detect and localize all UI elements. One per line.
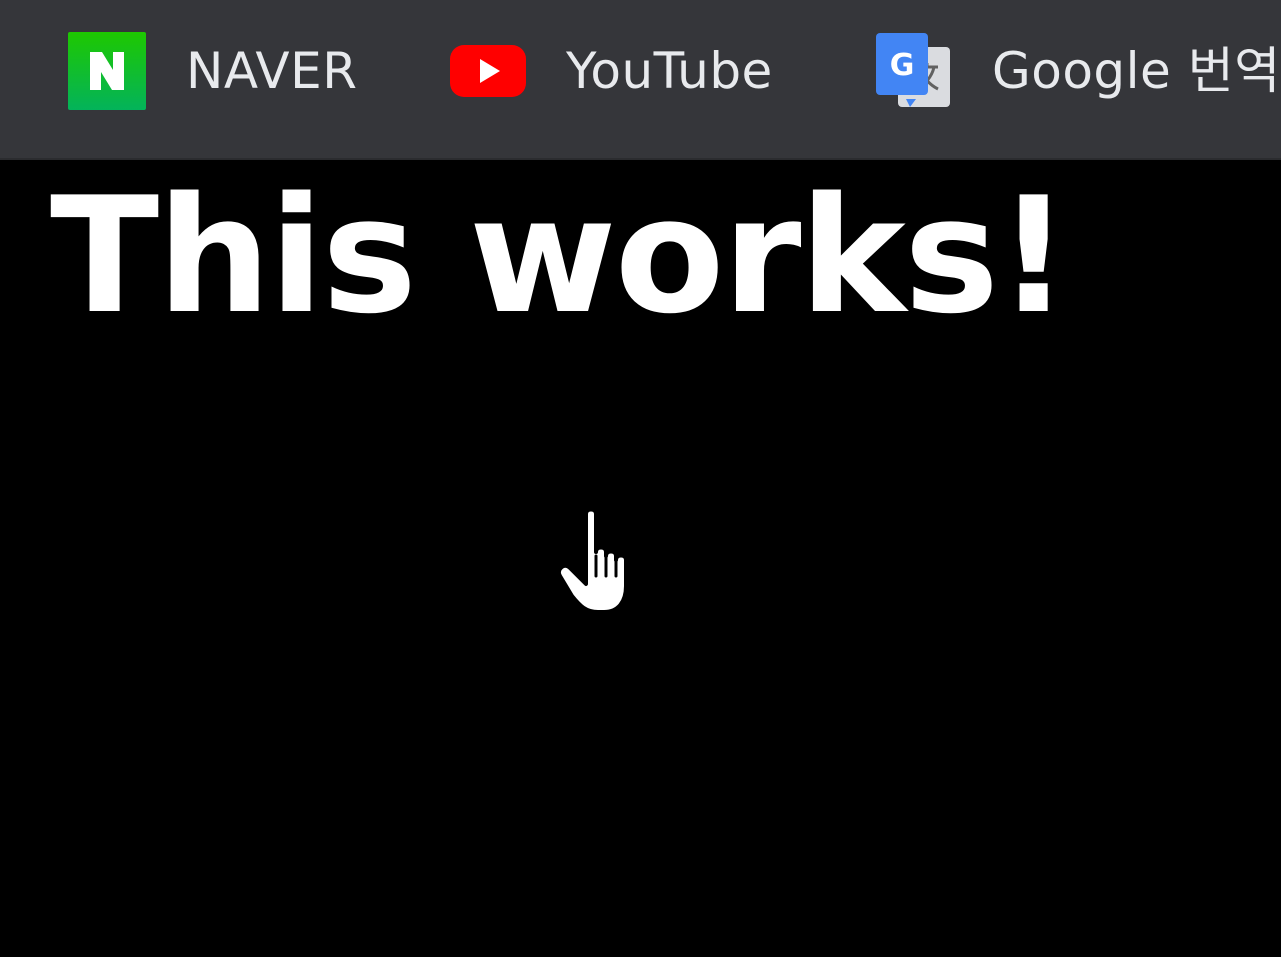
browser-window: NAVER YouTube G Google 번역 This works! bbox=[0, 0, 1281, 957]
bookmarks-bar: NAVER YouTube G Google 번역 bbox=[0, 0, 1281, 160]
svg-text:G: G bbox=[890, 48, 915, 83]
google-translate-icon: G bbox=[876, 33, 952, 109]
bookmark-google-translate[interactable]: G Google 번역 bbox=[876, 30, 1281, 112]
naver-icon bbox=[68, 32, 146, 110]
bookmark-label: YouTube bbox=[566, 42, 773, 100]
page-headline: This works! bbox=[50, 162, 1070, 349]
youtube-icon bbox=[450, 43, 526, 99]
bookmark-label: NAVER bbox=[186, 42, 358, 100]
bookmark-youtube[interactable]: YouTube bbox=[450, 30, 773, 112]
bookmark-label: Google 번역 bbox=[992, 42, 1281, 100]
bookmark-naver[interactable]: NAVER bbox=[68, 30, 357, 112]
